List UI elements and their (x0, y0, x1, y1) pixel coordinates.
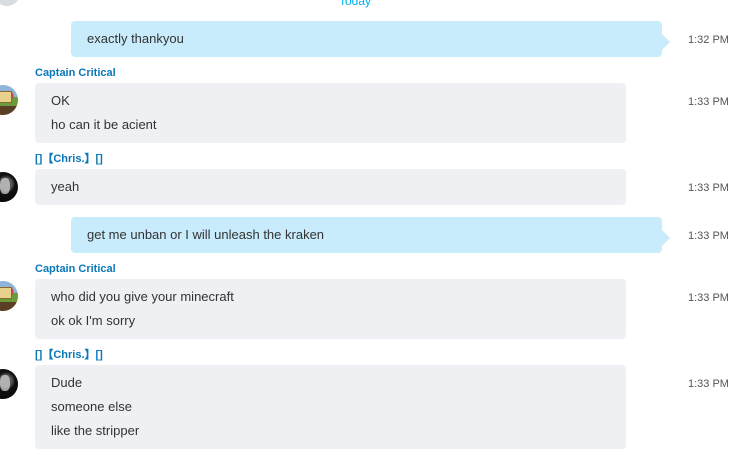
sender-name[interactable]: Captain Critical (35, 66, 116, 80)
avatar[interactable] (0, 172, 18, 202)
sender-name[interactable]: []【Chris.】[] (35, 152, 103, 166)
message-text: get me unban or I will unleash the krake… (87, 227, 325, 242)
message-timestamp: 1:32 PM (688, 34, 729, 46)
message-text: yeah (51, 179, 80, 194)
message-bubble-incoming[interactable]: OK ho can it be acient (35, 83, 626, 143)
message-timestamp: 1:33 PM (688, 378, 729, 390)
avatar[interactable] (0, 369, 18, 399)
message-bubble-incoming[interactable]: yeah (35, 169, 626, 205)
message-text: someone else (51, 399, 132, 414)
message-timestamp: 1:33 PM (688, 292, 729, 304)
message-timestamp: 1:33 PM (688, 96, 729, 108)
avatar[interactable] (0, 85, 18, 115)
message-bubble-outgoing[interactable]: get me unban or I will unleash the krake… (71, 217, 670, 253)
date-separator: Today (338, 0, 372, 8)
sender-name[interactable]: Captain Critical (35, 262, 116, 276)
message-text: ok ok I'm sorry (51, 313, 136, 328)
message-text: Dude (51, 375, 83, 390)
avatar[interactable] (0, 281, 18, 311)
message-text: ho can it be acient (51, 117, 157, 132)
message-bubble-incoming[interactable]: Dude someone else like the stripper (35, 365, 626, 449)
sender-name[interactable]: []【Chris.】[] (35, 348, 103, 362)
message-timestamp: 1:33 PM (688, 230, 729, 242)
message-text: like the stripper (51, 423, 140, 438)
message-text: exactly thankyou (87, 31, 184, 46)
message-timestamp: 1:33 PM (688, 182, 729, 194)
message-bubble-incoming[interactable]: who did you give your minecraft ok ok I'… (35, 279, 626, 339)
message-bubble-outgoing[interactable]: exactly thankyou (71, 21, 670, 57)
message-text: OK (51, 93, 70, 108)
message-text: who did you give your minecraft (51, 289, 234, 304)
